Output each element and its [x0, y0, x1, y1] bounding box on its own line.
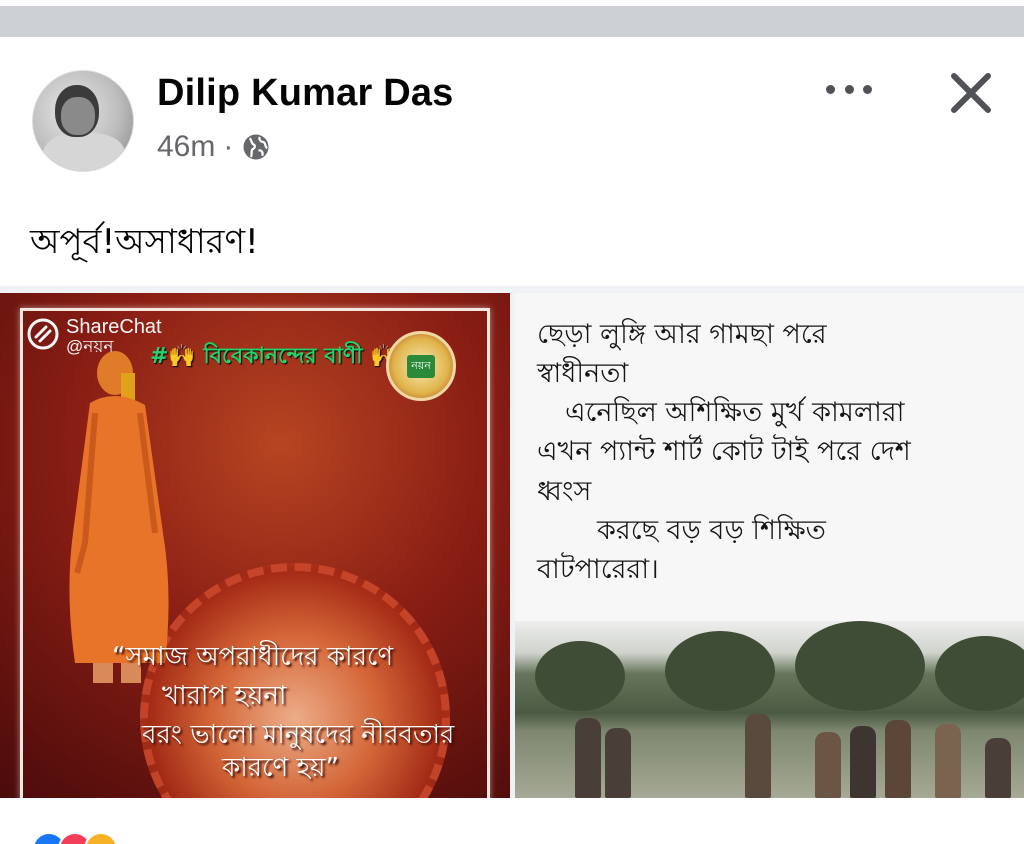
avatar[interactable] — [32, 70, 134, 172]
sharechat-logo-icon — [27, 318, 59, 350]
post-time[interactable]: 46m — [157, 130, 215, 164]
post-media[interactable]: ShareChat @নয়ন #🙌 বিবেকানন্দের বাণী 🙌 ন… — [0, 286, 1024, 798]
reaction-icons[interactable] — [32, 832, 152, 844]
media-image-right[interactable]: ছেড়া লুঙ্গি আর গামছা পরে স্বাধীনতা এনেছ… — [515, 293, 1024, 798]
poem-line: ছেড়া লুঙ্গি আর গামছা পরে — [537, 319, 827, 350]
post-meta: 46m · — [157, 130, 271, 164]
quote-text: “সমাজ অপরাধীদের কারণে খারাপ হয়না বরং ভা… — [112, 638, 454, 788]
more-horizontal-icon[interactable] — [826, 74, 872, 104]
media-image-left[interactable]: ShareChat @নয়ন #🙌 বিবেকানন্দের বাণী 🙌 ন… — [0, 293, 510, 798]
sharechat-watermark: ShareChat @নয়ন — [26, 317, 162, 356]
watermark-handle: @নয়ন — [66, 337, 114, 356]
post-caption: অপূর্ব!অসাধারণ! — [30, 222, 259, 262]
watermark-brand: ShareChat — [66, 316, 162, 338]
poem-line: করছে বড় বড় শিক্ষিত — [597, 514, 826, 546]
poem-text: ছেড়া লুঙ্গি আর গামছা পরে স্বাধীনতা এনেছ… — [537, 315, 911, 589]
image-badge: নয়ন — [386, 331, 456, 401]
post-header: Dilip Kumar Das 46m · — [0, 38, 1024, 188]
poem-line: এখন প্যান্ট শার্ট কোট টাই পরে দেশ — [537, 436, 911, 468]
poem-line: স্বাধীনতা — [537, 358, 629, 390]
poem-line: এনেছিল অশিক্ষিত মুর্খ কামলারা — [565, 397, 905, 429]
globe-icon[interactable] — [241, 132, 271, 162]
badge-label: নয়ন — [407, 354, 435, 378]
meta-separator: · — [223, 130, 234, 163]
field-photo — [515, 621, 1024, 798]
quote-line: “সমাজ অপরাধীদের কারণে — [112, 642, 394, 672]
top-strip — [0, 0, 1024, 38]
top-divider-bar — [0, 6, 1024, 37]
close-icon[interactable] — [946, 68, 996, 118]
poem-line: বাটপারেরা। — [537, 553, 659, 585]
quote-line: খারাপ হয়না — [162, 681, 287, 711]
poem-line: ধ্বংস — [537, 475, 592, 507]
author-name[interactable]: Dilip Kumar Das — [157, 72, 454, 115]
image-banner: #🙌 বিবেকানন্দের বাণী 🙌 — [150, 344, 398, 369]
haha-reaction-icon — [84, 832, 118, 844]
